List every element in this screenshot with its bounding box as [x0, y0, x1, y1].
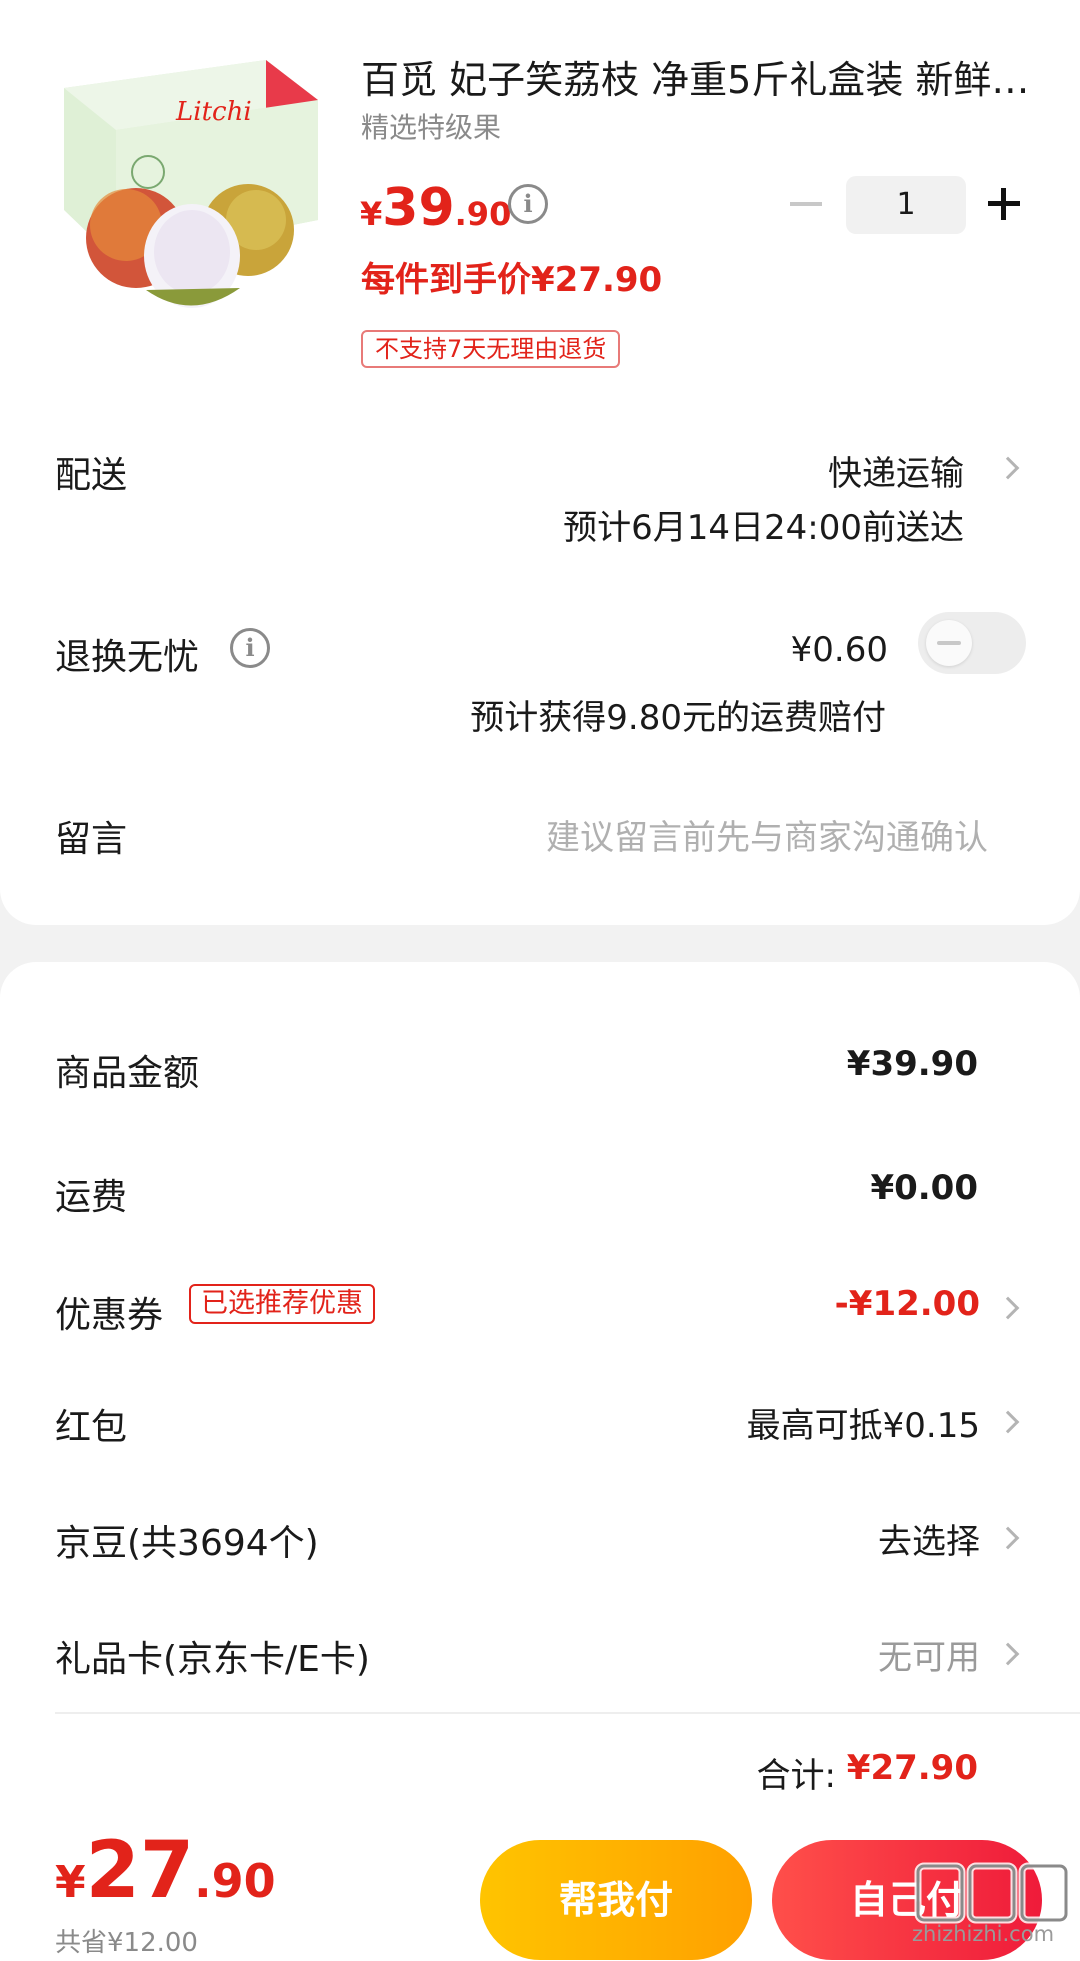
message-input[interactable]: 建议留言前先与商家沟通确认	[546, 810, 988, 859]
plus-icon-bar	[1001, 188, 1006, 220]
checkout-saved-amount: 共省¥12.00	[55, 1928, 198, 1958]
deal-price: 每件到手价¥27.90	[361, 260, 663, 300]
shipping-fee-label: 运费	[55, 1177, 128, 1218]
summary-divider	[55, 1712, 1080, 1714]
toggle-off-icon	[937, 641, 961, 645]
quantity-input[interactable]: 1	[846, 176, 966, 234]
total-label: 合计:	[756, 1756, 836, 1796]
return-policy-badge: 不支持7天无理由退货	[361, 330, 621, 368]
coupon-value[interactable]: -¥12.00	[835, 1284, 980, 1324]
coupon-selected-badge: 已选推荐优惠	[189, 1284, 375, 1324]
quantity-decrease-button[interactable]	[790, 202, 822, 206]
jingdou-value[interactable]: 去选择	[878, 1514, 980, 1563]
return-insurance-label: 退换无忧	[55, 637, 200, 678]
watermark-text: zhizhizhi.com	[912, 1922, 1055, 1946]
delivery-method[interactable]: 快递运输	[828, 446, 964, 495]
product-title[interactable]: 百觅 妃子笑荔枝 净重5斤礼盒装 新鲜水果	[361, 52, 1031, 108]
box-brand-text: Litchi	[175, 97, 252, 127]
ask-friend-pay-button[interactable]: 帮我付	[480, 1840, 752, 1960]
product-subtitle: 精选特级果	[361, 111, 502, 144]
giftcard-value[interactable]: 无可用	[878, 1630, 980, 1679]
return-insurance-note: 预计获得9.80元的运费赔付	[470, 698, 886, 738]
delivery-label: 配送	[55, 455, 128, 496]
jingdou-label: 京豆(共3694个)	[55, 1523, 319, 1564]
return-insurance-info-icon[interactable]: i	[230, 628, 270, 668]
price-decimal: .90	[454, 195, 512, 233]
redpacket-label: 红包	[55, 1407, 128, 1448]
goods-amount-value: ¥39.90	[846, 1044, 978, 1084]
price-info-icon[interactable]: i	[508, 184, 548, 224]
total-value: ¥27.90	[846, 1748, 978, 1788]
message-label: 留言	[55, 819, 128, 860]
coupon-label: 优惠券	[55, 1295, 164, 1336]
redpacket-value[interactable]: 最高可抵¥0.15	[747, 1398, 980, 1447]
checkout-price-currency: ¥	[55, 1857, 86, 1908]
delivery-chevron-right-icon[interactable]	[996, 456, 1020, 480]
order-card: Litchi 百觅 妃子笑荔枝 净重5斤礼盒装 新鲜水果 精选特级果 ¥39.9…	[0, 0, 1080, 925]
return-insurance-toggle[interactable]	[918, 612, 1026, 674]
checkout-price-decimal: .90	[194, 1854, 276, 1908]
price-currency: ¥	[360, 195, 383, 233]
price-integer: 39	[382, 178, 455, 238]
shipping-fee-value: ¥0.00	[870, 1168, 978, 1208]
goods-amount-label: 商品金额	[55, 1053, 200, 1094]
giftcard-label: 礼品卡(京东卡/E卡)	[55, 1639, 370, 1680]
checkout-price-integer: 27	[85, 1826, 195, 1916]
return-insurance-price: ¥0.60	[790, 630, 888, 670]
product-image[interactable]: Litchi	[56, 60, 326, 310]
product-price: ¥39.90	[360, 178, 511, 238]
delivery-eta: 预计6月14日24:00前送达	[563, 508, 964, 548]
checkout-price: ¥27.90	[55, 1826, 276, 1916]
